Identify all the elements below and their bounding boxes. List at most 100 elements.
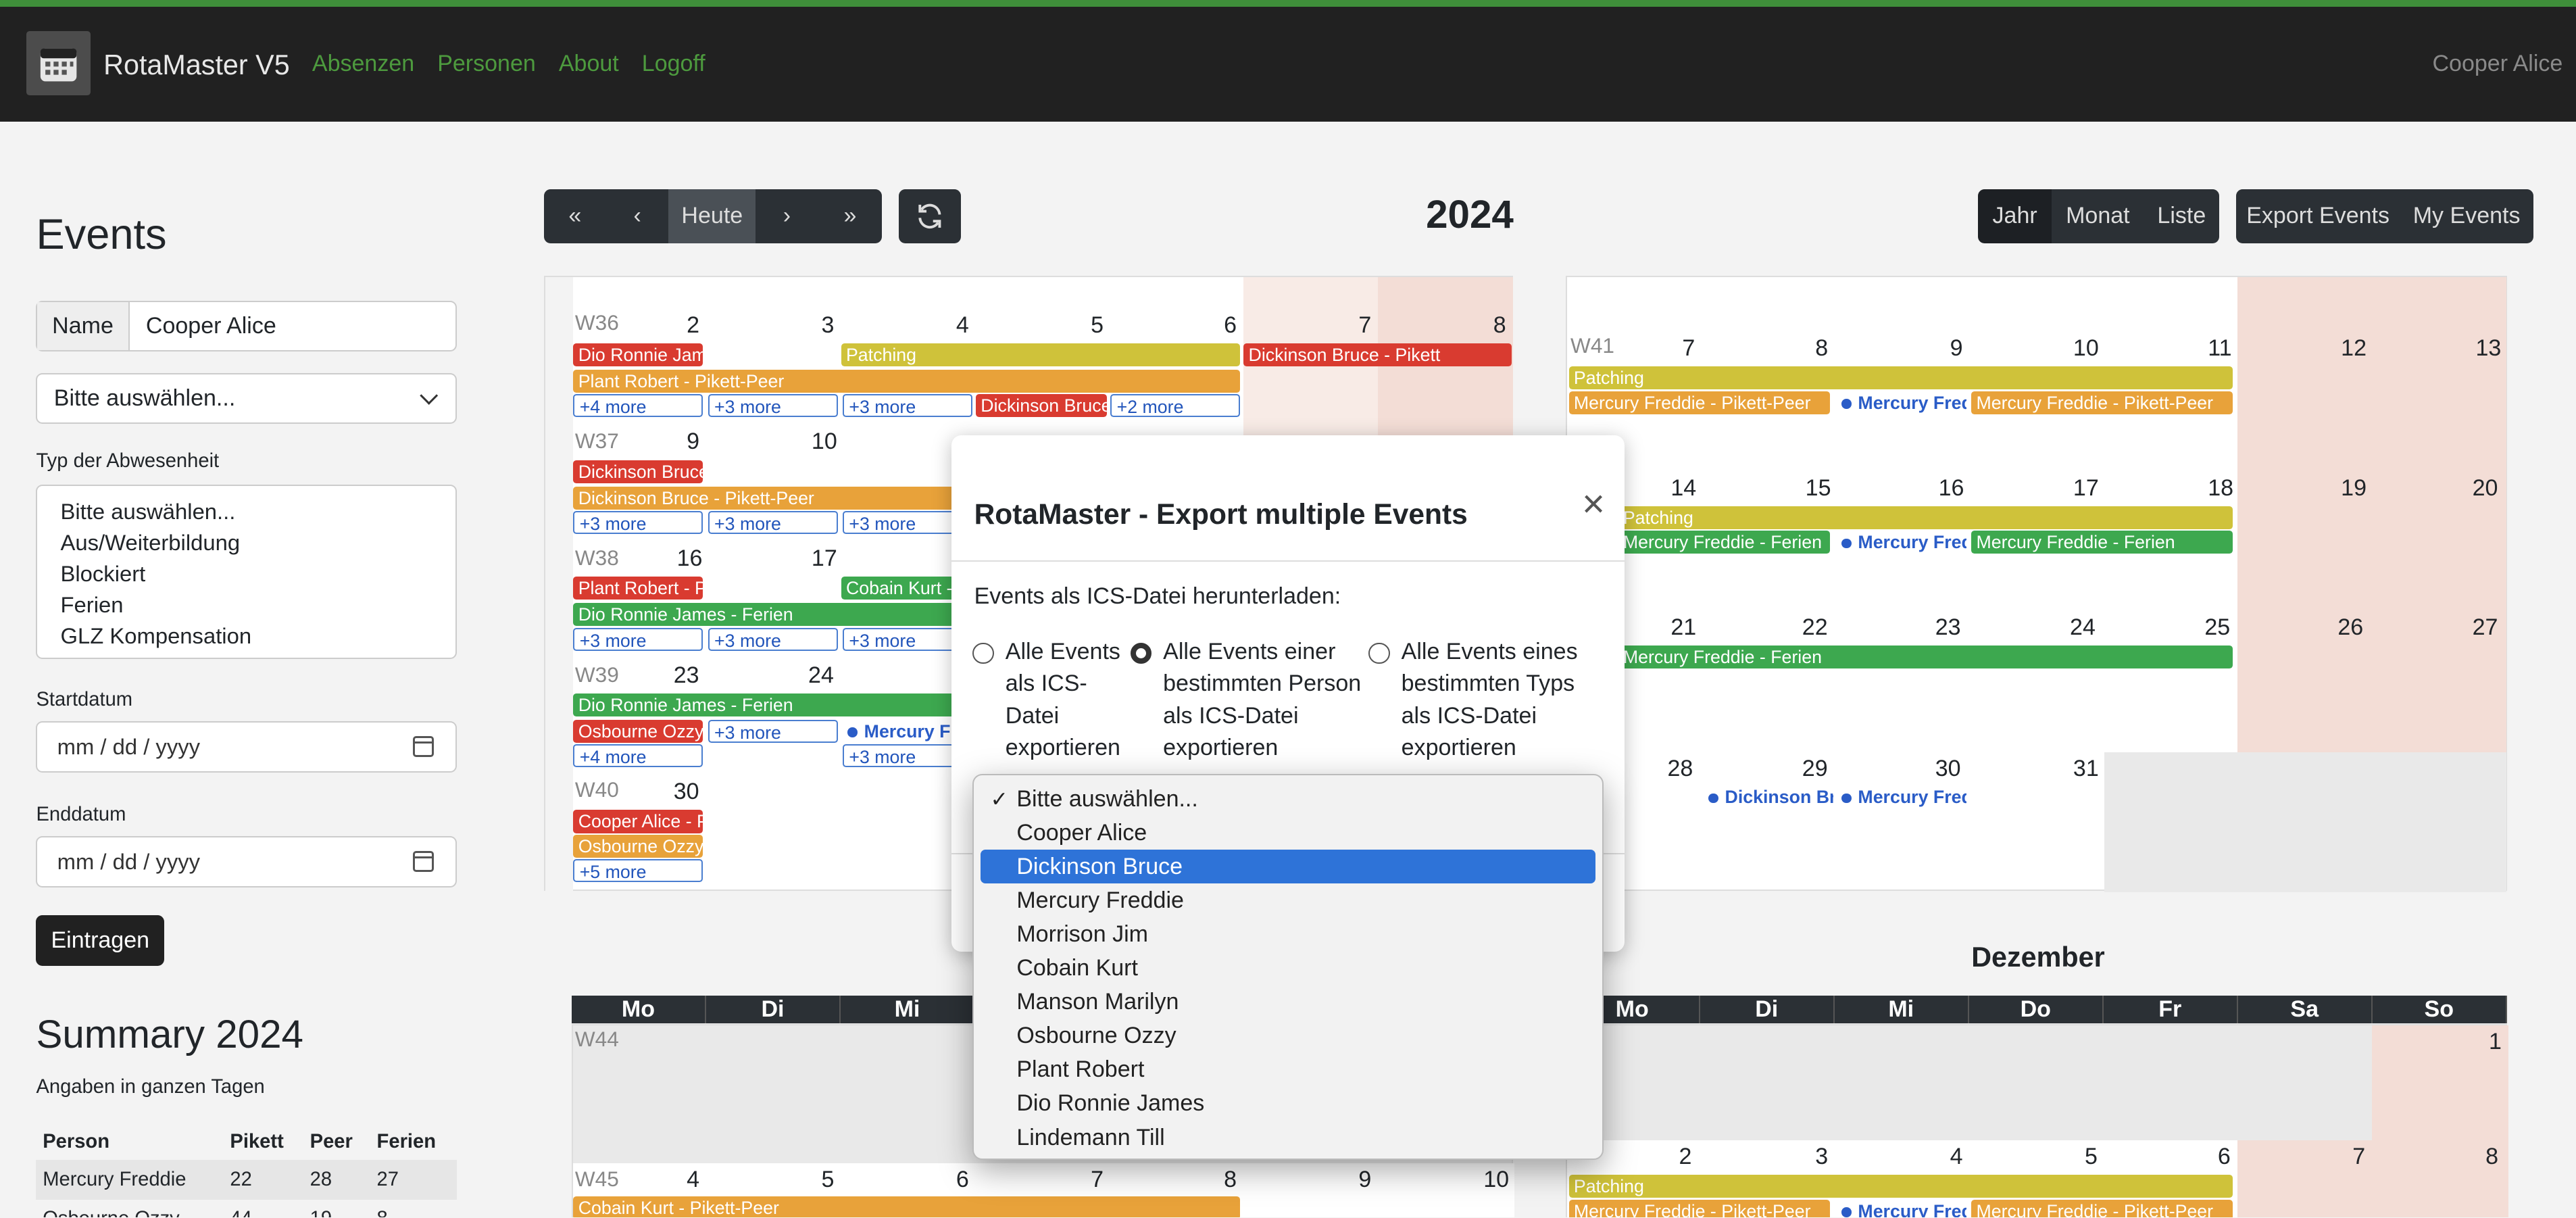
dropdown-option[interactable]: Osbourne Ozzy [981, 1019, 1595, 1052]
dropdown-option-highlighted[interactable]: Dickinson Bruce [980, 849, 1595, 883]
start-date-input[interactable]: mm / dd / yyyy [36, 721, 457, 773]
more-link[interactable]: +3 more [708, 627, 838, 651]
end-date-input[interactable]: mm / dd / yyyy [36, 836, 457, 887]
day-number[interactable]: 20 [2473, 475, 2498, 502]
view-month-button[interactable]: Monat [2052, 189, 2144, 243]
event-bar[interactable]: Plant Robert - Pikett [573, 577, 703, 600]
event-bar[interactable]: Dickinson Bruce [976, 394, 1108, 418]
dropdown-option[interactable]: Dio Ronnie James [981, 1086, 1595, 1120]
radio-type-events[interactable] [1368, 642, 1390, 664]
day-number[interactable]: 7 [1091, 1167, 1104, 1193]
day-number[interactable]: 7 [1358, 312, 1371, 339]
person-select[interactable]: Bitte auswählen... [36, 372, 457, 424]
more-link[interactable]: +4 more [573, 394, 703, 418]
nav-link-logoff[interactable]: Logoff [642, 51, 705, 77]
day-number[interactable]: 27 [2473, 614, 2498, 641]
event-dot[interactable]: Mercury Freddie [1837, 531, 1966, 554]
day-number[interactable]: 5 [822, 1167, 835, 1193]
event-bar[interactable]: Cobain Kurt - Pikett-Peer [573, 1196, 1241, 1218]
radio-person-events[interactable] [1130, 642, 1152, 664]
day-number[interactable]: 19 [2341, 475, 2367, 502]
day-number[interactable]: 29 [1802, 756, 1828, 782]
refresh-icon[interactable] [898, 189, 962, 243]
type-option[interactable]: Blockiert [61, 558, 455, 589]
day-number[interactable]: 14 [1670, 475, 1696, 502]
day-number[interactable]: 10 [1483, 1167, 1509, 1193]
day-number[interactable]: 7 [2352, 1144, 2365, 1170]
more-link[interactable]: +3 more [573, 627, 703, 651]
event-bar[interactable]: Mercury Freddie - Ferien [1618, 645, 2233, 669]
day-number[interactable]: 30 [674, 779, 699, 805]
dropdown-option[interactable]: ✓ Bitte auswählen... [981, 782, 1595, 816]
event-bar[interactable]: Patching [1568, 366, 2233, 390]
day-number[interactable]: 18 [2208, 475, 2233, 502]
dropdown-option[interactable]: Plant Robert [981, 1052, 1595, 1086]
more-link[interactable]: +3 more [573, 511, 703, 535]
event-bar[interactable]: Osbourne Ozzy - Pikett [573, 719, 703, 743]
day-number[interactable]: 1 [2489, 1029, 2502, 1055]
nav-link-about[interactable]: About [559, 51, 619, 77]
day-number[interactable]: 5 [1091, 312, 1104, 339]
type-option[interactable]: GLZ Kompensation [61, 620, 455, 652]
event-bar[interactable]: Dio Ronnie James - Ferien [573, 603, 968, 627]
day-number[interactable]: 6 [2218, 1144, 2231, 1170]
day-number[interactable]: 23 [674, 662, 699, 689]
event-dot[interactable]: Mercury Freddie [1837, 1200, 1966, 1218]
today-button[interactable]: Heute [668, 189, 756, 243]
close-icon[interactable]: × [1582, 481, 1605, 527]
radio-all-events-label[interactable]: Alle Events als ICS-Datei exportieren [1006, 636, 1124, 764]
prev-button[interactable]: ‹ [606, 189, 669, 243]
day-number[interactable]: 30 [1935, 756, 1961, 782]
event-dot[interactable]: Mercury Freddie [1837, 391, 1966, 414]
day-number[interactable]: 9 [1358, 1167, 1371, 1193]
more-link[interactable]: +3 more [843, 627, 968, 651]
event-dot[interactable]: Mercury Freddie [843, 720, 968, 743]
dropdown-option[interactable]: Cooper Alice [981, 816, 1595, 850]
day-number[interactable]: 26 [2337, 614, 2363, 641]
event-bar[interactable]: Patching [1618, 506, 2233, 529]
day-number[interactable]: 24 [808, 662, 834, 689]
event-bar[interactable]: Dickinson Bruce [573, 460, 703, 483]
dropdown-option[interactable]: Cobain Kurt [981, 951, 1595, 985]
day-number[interactable]: 17 [2073, 475, 2099, 502]
day-number[interactable]: 21 [1670, 614, 1696, 641]
view-list-button[interactable]: Liste [2144, 189, 2220, 243]
radio-type-events-label[interactable]: Alle Events eines bestimmten Typs als IC… [1402, 636, 1592, 764]
event-bar[interactable]: Dickinson Bruce - Pikett-Peer [573, 486, 968, 510]
day-number[interactable]: 23 [1935, 614, 1961, 641]
day-number[interactable]: 22 [1802, 614, 1828, 641]
event-bar[interactable]: Osbourne Ozzy - Pikett-Peer [573, 834, 703, 858]
brand-title[interactable]: RotaMaster V5 [103, 49, 290, 81]
nav-user-name[interactable]: Cooper Alice [2432, 51, 2562, 77]
day-number[interactable]: 3 [822, 312, 835, 339]
event-bar[interactable]: Mercury Freddie - Ferien [1618, 531, 1831, 554]
event-bar[interactable]: Patching [841, 343, 1241, 367]
more-link[interactable]: +3 more [843, 744, 968, 768]
more-link[interactable]: +4 more [573, 744, 703, 768]
more-link[interactable]: +3 more [708, 394, 838, 418]
person-dropdown-list[interactable]: ✓ Bitte auswählen... Cooper Alice Dickins… [972, 774, 1604, 1161]
more-link[interactable]: +2 more [1110, 394, 1241, 418]
type-option[interactable]: Aus/Weiterbildung [61, 527, 455, 558]
my-events-button[interactable]: My Events [2400, 189, 2533, 243]
day-number[interactable]: 8 [1815, 335, 1828, 362]
view-year-button[interactable]: Jahr [1977, 189, 2052, 243]
radio-all-events[interactable] [972, 642, 994, 664]
day-number[interactable]: 10 [2073, 335, 2099, 362]
day-number[interactable]: 5 [2085, 1144, 2098, 1170]
day-number[interactable]: 4 [1950, 1144, 1963, 1170]
more-link[interactable]: +3 more [843, 511, 968, 535]
day-number[interactable]: 6 [1224, 312, 1237, 339]
event-bar[interactable]: Mercury Freddie - Pikett-Peer [1971, 1199, 2233, 1218]
day-number[interactable]: 16 [677, 545, 703, 572]
dropdown-option[interactable]: Morrison Jim [981, 917, 1595, 951]
type-option[interactable]: Ferien [61, 589, 455, 620]
day-number[interactable]: 6 [956, 1167, 969, 1193]
refresh-button[interactable] [898, 189, 962, 243]
dropdown-option[interactable]: Lindemann Till [981, 1121, 1595, 1154]
day-number[interactable]: 31 [2073, 756, 2099, 782]
event-bar[interactable]: Dio Ronnie James - Ferien [573, 693, 968, 716]
day-number[interactable]: 25 [2204, 614, 2230, 641]
day-number[interactable]: 8 [2485, 1144, 2498, 1170]
day-number[interactable]: 16 [1939, 475, 1964, 502]
